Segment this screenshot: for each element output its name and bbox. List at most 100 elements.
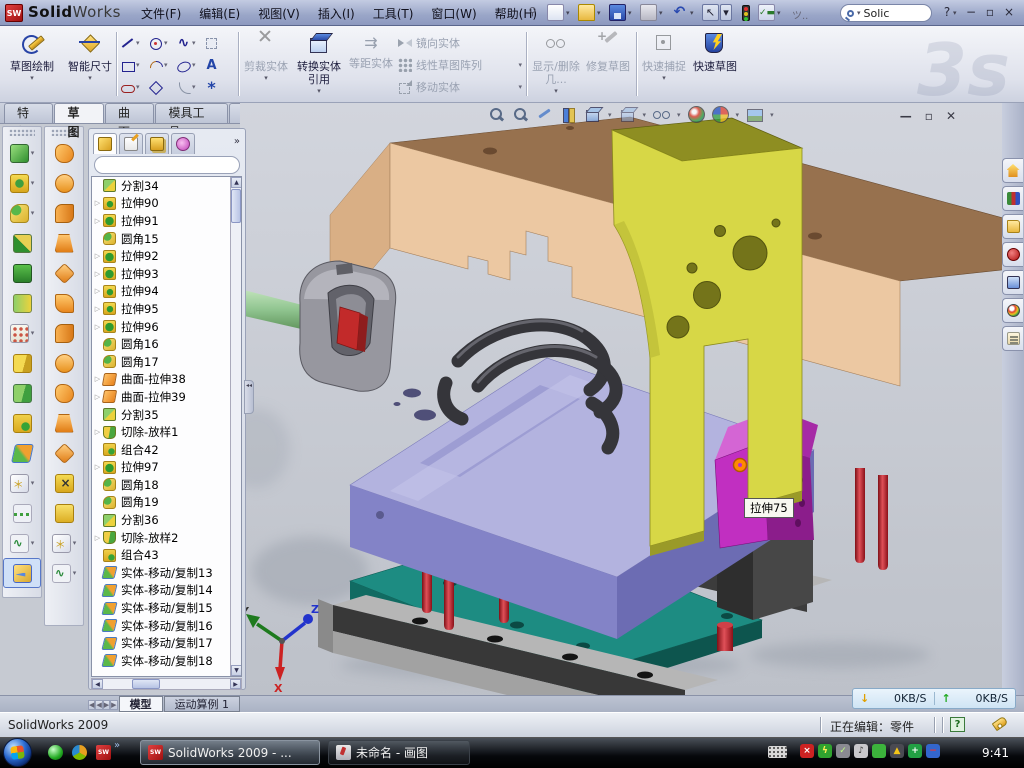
options-caret-icon[interactable]: ▾ [777,9,781,17]
usb-device-icon[interactable] [872,744,886,758]
tree-item-4[interactable]: ▷拉伸92 [92,247,231,265]
tree-item-19[interactable]: 分割36 [92,511,231,529]
fillet-button[interactable]: ▾ [3,198,41,228]
chamfer-button[interactable] [3,228,41,258]
measure-button[interactable] [3,558,41,588]
expand-icon[interactable]: ▷ [92,323,103,331]
tree-item-5[interactable]: ▷拉伸93 [92,265,231,283]
tree-item-1[interactable]: ▷拉伸90 [92,195,231,213]
instant3d-button[interactable] [3,498,41,528]
offset-entities-button[interactable]: ⇉ 等距实体 [348,29,394,99]
tree-item-11[interactable]: ▷曲面-拉伸38 [92,371,231,389]
tab-propertymanager[interactable] [119,133,143,154]
panel-splitter-handle[interactable]: ◂◂ [244,380,254,414]
solidworks-resources-button[interactable] [1002,158,1023,183]
line-tool-caret-icon[interactable]: ▾ [136,39,140,47]
expand-icon[interactable]: ▷ [92,217,103,225]
tree-item-18[interactable]: 圆角19 [92,494,231,512]
tree-item-23[interactable]: 实体-移动/复制14 [92,582,231,600]
curve-button[interactable]: ▾ [3,528,41,558]
menu-item-0[interactable]: 文件(F) [132,5,190,22]
tree-item-0[interactable]: 分割34 [92,177,231,195]
ellipse-tool-icon[interactable] [176,58,191,73]
menu-item-4[interactable]: 工具(T) [364,5,423,22]
slot-tool-icon[interactable] [120,80,135,95]
scroll-up-icon[interactable]: ▲ [231,177,242,188]
trim-entities-button[interactable]: 剪裁实体▾ [242,29,290,99]
reference-geometry-button[interactable]: ▾ [3,468,41,498]
repair-sketch-button[interactable]: 修复草图 [584,29,632,99]
curve-caret-icon[interactable]: ▾ [31,539,35,547]
rebuild-traffic-light-icon[interactable] [742,5,750,21]
volume-icon[interactable]: ♪ [854,744,868,758]
sketch-fillet-tool-caret-icon[interactable]: ▾ [192,83,196,91]
move-entities-button[interactable]: 移动实体▾ [398,76,522,98]
linear-sketch-pattern-button[interactable]: 线性草图阵列▾ [398,54,522,76]
smart-dimension-button[interactable]: 智能尺寸▾ [62,29,118,99]
select-caret-icon[interactable]: ▾ [720,4,732,21]
sheet-nav-3[interactable]: ▶ [110,700,117,710]
tree-item-7[interactable]: ▷拉伸95 [92,300,231,318]
display-style-icon[interactable] [619,106,636,123]
custom-properties-button[interactable] [1002,326,1023,351]
status-tag-icon[interactable] [992,716,1009,731]
split-feature-button[interactable] [3,378,41,408]
help-caret-icon[interactable]: ▾ [953,9,957,17]
extruded-boss-button[interactable]: ▾ [3,138,41,168]
status-help-icon[interactable]: ? [950,717,965,732]
arc-tool-icon[interactable] [148,58,163,73]
combine-feature-button[interactable] [3,408,41,438]
freeform-caret-icon[interactable]: ▾ [73,539,77,547]
commandmanager-tab-0[interactable]: 特征 [4,103,53,123]
sketch-button[interactable]: 草图绘制▾ [4,29,60,99]
extruded-cut-button[interactable]: ▾ [3,168,41,198]
dome-button[interactable] [45,348,83,378]
commandmanager-tab-2[interactable]: 曲面 [105,103,154,123]
tab-motion-study[interactable]: 运动算例 1 [164,696,241,712]
bend-button[interactable] [45,408,83,438]
shell-button[interactable] [3,258,41,288]
taskbar-window-0[interactable]: SWSolidWorks 2009 - ... [140,740,320,765]
security-alert-icon[interactable]: × [800,744,814,758]
tree-item-6[interactable]: ▷拉伸94 [92,283,231,301]
expand-icon[interactable]: ▷ [92,428,103,436]
spline-feature-caret-icon[interactable]: ▾ [73,569,77,577]
scroll-right-icon[interactable]: ▶ [230,679,241,689]
slot-tool-caret-icon[interactable]: ▾ [136,83,140,91]
expand-icon[interactable]: ▷ [92,375,103,383]
section-view-icon[interactable] [560,106,577,123]
print-caret-icon[interactable]: ▾ [659,9,663,17]
circle-tool-caret-icon[interactable]: ▾ [164,39,168,47]
scroll-left-icon[interactable]: ◀ [92,679,103,689]
options-icon[interactable]: ✓▬ [758,4,775,21]
spline-feature-button[interactable]: ▾ [45,558,83,588]
revolved-boss-button[interactable] [45,168,83,198]
file-explorer-button[interactable] [1002,214,1023,239]
undo-icon[interactable]: ↶ [671,4,688,21]
horizontal-scroll-thumb[interactable] [132,679,160,689]
save-icon[interactable] [609,4,626,21]
spline-tool-caret-icon[interactable]: ▾ [192,39,196,47]
design-library-button[interactable] [1002,186,1023,211]
minimize-button[interactable]: − [962,5,980,19]
taskbar-window-1[interactable]: 未命名 - 画图 [328,740,470,765]
menu-item-3[interactable]: 插入(I) [309,5,364,22]
keyboard-layout-icon[interactable] [768,746,787,758]
surface-tool-button[interactable] [45,318,83,348]
start-button[interactable] [3,738,32,767]
tree-filter-input[interactable] [104,160,236,171]
tree-item-16[interactable]: ▷拉伸97 [92,459,231,477]
tree-horizontal-scrollbar[interactable]: ◀ ▶ [91,678,242,690]
tree-item-9[interactable]: 圆角16 [92,335,231,353]
mirror-entities-button[interactable]: 镜向实体 [398,32,522,54]
spline-tool-icon[interactable]: ∿ [176,36,191,51]
tree-item-24[interactable]: 实体-移动/复制15 [92,599,231,617]
hide-show-items-icon[interactable] [653,106,670,123]
quicklaunch-solidworks-icon[interactable]: SW [96,745,111,760]
open-icon[interactable] [578,4,595,21]
tree-item-2[interactable]: ▷拉伸91 [92,212,231,230]
rotate-view-icon[interactable] [536,106,553,123]
tree-item-3[interactable]: 圆角15 [92,230,231,248]
sketch-fillet-tool-icon[interactable] [176,80,191,95]
doc-restore-button[interactable]: ▫ [925,109,933,123]
